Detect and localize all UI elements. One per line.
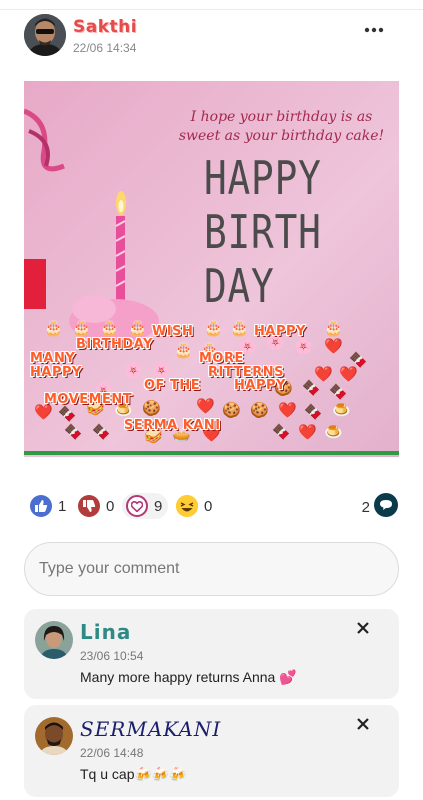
chocolate-emoji: 🍫	[58, 406, 77, 423]
flower-emoji: 🌸	[152, 362, 171, 379]
commenter-name[interactable]: SERMAKANI	[80, 717, 221, 741]
thumbs-down-icon	[78, 495, 100, 517]
birthday-cake-emoji: 🎂	[230, 320, 249, 337]
laughing-emoji-icon	[176, 495, 198, 517]
post-timestamp: 22/06 14:34	[73, 41, 137, 55]
sticker-text: OF THE	[144, 378, 201, 393]
comments-count[interactable]: 2	[362, 493, 398, 522]
sticker-text: MORE	[199, 351, 244, 366]
birthday-cake-emoji: 🎂	[174, 342, 193, 359]
comment-text: Tq u cap🍻🍻🍻	[80, 766, 187, 782]
birthday-cake-emoji: 🎂	[204, 320, 223, 337]
cookie-emoji: 🍪	[222, 402, 241, 419]
chocolate-emoji: 🍫	[92, 424, 111, 441]
sticker-text: SERMA KANI	[124, 418, 221, 433]
thumbs-up-icon	[30, 495, 52, 517]
like-count: 1	[58, 497, 67, 515]
chat-bubble-icon	[374, 493, 398, 522]
commenter-name[interactable]: Lina	[80, 620, 131, 644]
love-count: 9	[154, 497, 163, 515]
sticker-text: MOVEMENT	[44, 392, 133, 407]
commenter-avatar[interactable]	[35, 621, 73, 659]
birthday-cake-emoji: 🎂	[128, 320, 147, 337]
chocolate-emoji: 🍫	[272, 424, 291, 441]
sticker-text: WISH	[152, 324, 194, 339]
author-avatar[interactable]	[24, 14, 66, 56]
birthday-cake-emoji: 🎂	[324, 320, 343, 337]
delete-comment-icon[interactable]	[355, 621, 371, 637]
image-title-line: HAPPY	[204, 151, 322, 205]
post-header: Sakthi 22/06 14:34	[24, 14, 399, 58]
delete-comment-icon[interactable]	[355, 717, 371, 733]
image-title-line: BIRTH	[204, 205, 322, 259]
comment-input[interactable]	[24, 542, 399, 596]
heart-icon	[126, 495, 148, 517]
heart-emoji: ❤️	[34, 404, 53, 421]
chocolate-emoji: 🍫	[329, 384, 348, 401]
image-title-line: DAY	[204, 259, 275, 313]
heart-emoji: ❤️	[324, 338, 343, 355]
sticker-text: MANY	[30, 351, 76, 366]
top-divider	[0, 0, 423, 10]
heart-emoji: ❤️	[339, 366, 358, 383]
heart-emoji: ❤️	[196, 398, 215, 415]
birthday-cake-emoji: 🎂	[72, 320, 91, 337]
laugh-count: 0	[204, 497, 213, 515]
sticker-text: HAPPY	[254, 324, 306, 339]
reactions-bar: 1 0 9 0 2	[30, 493, 400, 521]
chocolate-emoji: 🍫	[304, 404, 323, 421]
pudding-emoji: 🍮	[324, 424, 343, 441]
image-bottom-bar	[24, 451, 399, 455]
love-reaction[interactable]: 9	[122, 493, 169, 519]
more-options-icon[interactable]	[363, 22, 385, 38]
heart-emoji: ❤️	[298, 424, 317, 441]
image-quote: I hope your birthday is as sweet as your…	[178, 109, 385, 144]
flower-emoji: 🌸	[124, 362, 143, 379]
dislike-reaction[interactable]: 0	[78, 493, 114, 519]
author-name[interactable]: Sakthi	[73, 17, 137, 37]
comment-timestamp: 23/06 10:54	[80, 649, 144, 663]
chocolate-emoji: 🍫	[302, 380, 321, 397]
comment-text: Many more happy returns Anna 💕	[80, 669, 297, 685]
sticker-text: HAPPY	[234, 378, 286, 393]
commenter-avatar[interactable]	[35, 717, 73, 755]
cookie-emoji: 🍪	[250, 402, 269, 419]
pudding-emoji: 🍮	[332, 402, 351, 419]
flower-emoji: 🌸	[294, 338, 313, 355]
sticker-text: BIRTHDAY	[76, 337, 153, 352]
post-image[interactable]: I hope your birthday is as sweet as your…	[24, 81, 399, 457]
comment-card: Lina 23/06 10:54 Many more happy returns…	[24, 609, 399, 699]
heart-emoji: ❤️	[278, 402, 297, 419]
comment-card: SERMAKANI 22/06 14:48 Tq u cap🍻🍻🍻	[24, 705, 399, 797]
comment-timestamp: 22/06 14:48	[80, 746, 144, 760]
birthday-cake-emoji: 🎂	[44, 320, 63, 337]
laugh-reaction[interactable]: 0	[176, 493, 212, 519]
sticker-text: HAPPY	[30, 365, 82, 380]
like-reaction[interactable]: 1	[30, 493, 66, 519]
birthday-cake-emoji: 🎂	[100, 320, 119, 337]
comment-count: 2	[361, 499, 370, 516]
cookie-emoji: 🍪	[142, 400, 161, 417]
image-title: HAPPY BIRTH DAY	[204, 151, 322, 313]
chocolate-emoji: 🍫	[64, 424, 83, 441]
dislike-count: 0	[106, 497, 115, 515]
